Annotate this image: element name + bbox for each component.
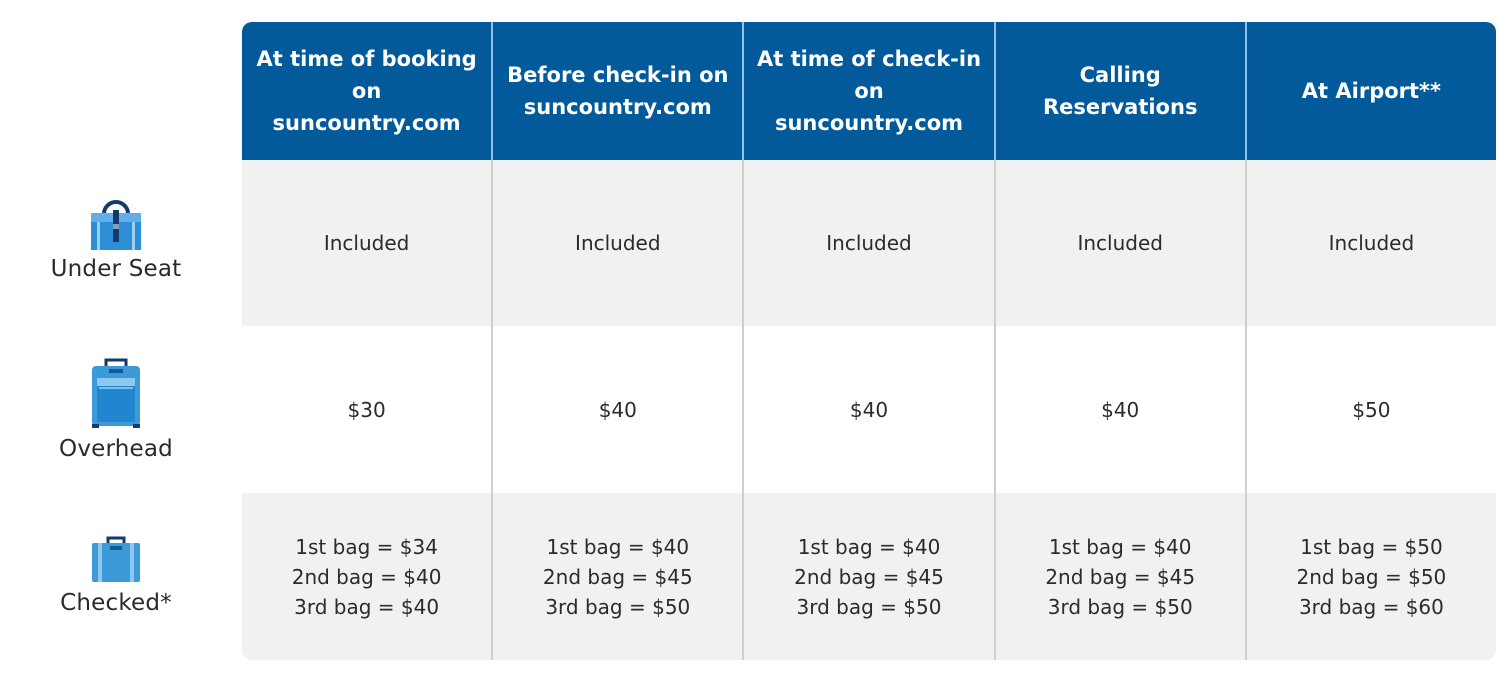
cell-value: 3rd bag = $50 bbox=[545, 594, 691, 619]
cell-value: 3rd bag = $60 bbox=[1298, 594, 1444, 619]
cell-value: 1st bag = $40 bbox=[797, 534, 941, 559]
row-label-text: Overhead bbox=[59, 436, 173, 462]
header-line: on bbox=[854, 79, 884, 103]
header-line: suncountry.com bbox=[774, 111, 964, 135]
column-header-before-checkin: Before check-in on suncountry.com bbox=[491, 22, 742, 160]
cell-value: 2nd bag = $45 bbox=[542, 564, 693, 589]
cell-value: 3rd bag = $50 bbox=[1047, 594, 1193, 619]
table-cell: 1st bag = $40 2nd bag = $45 3rd bag = $5… bbox=[993, 493, 1245, 660]
cell-value: 2nd bag = $50 bbox=[1296, 564, 1447, 589]
header-line: suncountry.com bbox=[523, 95, 712, 119]
table-cell: 1st bag = $40 2nd bag = $45 3rd bag = $5… bbox=[491, 493, 742, 660]
table-cell: Included bbox=[491, 160, 742, 326]
personal-item-bag-icon bbox=[91, 200, 141, 250]
row-label-overhead: Overhead bbox=[0, 356, 232, 462]
row-labels: Under Seat Overhead Checked* bbox=[0, 0, 232, 685]
row-label-text: Under Seat bbox=[50, 256, 182, 282]
table-cell: $40 bbox=[993, 326, 1245, 493]
table-cell: Included bbox=[1244, 160, 1496, 326]
column-header-booking: At time of booking on suncountry.com bbox=[242, 22, 491, 160]
table-cell: Included bbox=[742, 160, 993, 326]
cell-value: $40 bbox=[849, 397, 889, 422]
row-label-under-seat: Under Seat bbox=[0, 200, 232, 282]
row-label-checked: Checked* bbox=[0, 536, 232, 616]
cell-value: 2nd bag = $40 bbox=[291, 564, 442, 589]
cell-value: $40 bbox=[598, 397, 637, 422]
cell-value: 1st bag = $40 bbox=[1048, 534, 1192, 559]
header-line: At Airport** bbox=[1301, 79, 1442, 103]
checked-suitcase-icon bbox=[92, 536, 140, 582]
cell-value: 1st bag = $50 bbox=[1300, 534, 1443, 559]
table-cell: $40 bbox=[742, 326, 993, 493]
column-header-calling-reservations: Calling Reservations bbox=[993, 22, 1245, 160]
cell-value: 1st bag = $34 bbox=[295, 534, 438, 559]
table-cell: $50 bbox=[1244, 326, 1496, 493]
table-header: At time of booking on suncountry.com Bef… bbox=[242, 22, 1496, 160]
table-cell: 1st bag = $34 2nd bag = $40 3rd bag = $4… bbox=[242, 493, 491, 660]
cell-value: Included bbox=[826, 231, 912, 255]
header-line: At time of booking bbox=[256, 47, 477, 71]
table-row-checked: 1st bag = $34 2nd bag = $40 3rd bag = $4… bbox=[242, 493, 1496, 660]
header-line: Reservations bbox=[1042, 95, 1198, 119]
cell-value: Included bbox=[575, 231, 661, 255]
header-line: on bbox=[351, 79, 382, 103]
cell-value: $40 bbox=[1101, 397, 1140, 422]
carry-on-suitcase-icon bbox=[92, 358, 140, 428]
table-cell: 1st bag = $50 2nd bag = $50 3rd bag = $6… bbox=[1244, 493, 1496, 660]
table-row-under-seat: Included Included Included Included Incl… bbox=[242, 160, 1496, 326]
cell-value: 3rd bag = $50 bbox=[796, 594, 942, 619]
cell-value: $30 bbox=[347, 397, 386, 422]
table-cell: $30 bbox=[242, 326, 491, 493]
table-cell: $40 bbox=[491, 326, 742, 493]
table-row-overhead: $30 $40 $40 $40 $50 bbox=[242, 326, 1496, 493]
header-line: suncountry.com bbox=[272, 111, 461, 135]
cell-value: 2nd bag = $45 bbox=[1045, 564, 1196, 589]
table-cell: Included bbox=[993, 160, 1245, 326]
cell-value: 1st bag = $40 bbox=[546, 534, 690, 559]
cell-value: 3rd bag = $40 bbox=[294, 594, 440, 619]
cell-value: Included bbox=[1077, 231, 1163, 255]
row-label-text: Checked* bbox=[60, 590, 172, 616]
cell-value: 2nd bag = $45 bbox=[794, 564, 944, 589]
cell-value: $50 bbox=[1352, 397, 1391, 422]
header-line: Calling bbox=[1079, 63, 1161, 87]
cell-value: Included bbox=[1328, 231, 1415, 255]
baggage-fee-table: At time of booking on suncountry.com Bef… bbox=[242, 22, 1496, 660]
header-line: At time of check-in bbox=[756, 47, 982, 71]
table-cell: 1st bag = $40 2nd bag = $45 3rd bag = $5… bbox=[742, 493, 993, 660]
table-cell: Included bbox=[242, 160, 491, 326]
cell-value: Included bbox=[323, 231, 410, 255]
header-line: Before check-in on bbox=[507, 63, 729, 87]
column-header-at-checkin: At time of check-in on suncountry.com bbox=[742, 22, 993, 160]
column-header-at-airport: At Airport** bbox=[1244, 22, 1496, 160]
